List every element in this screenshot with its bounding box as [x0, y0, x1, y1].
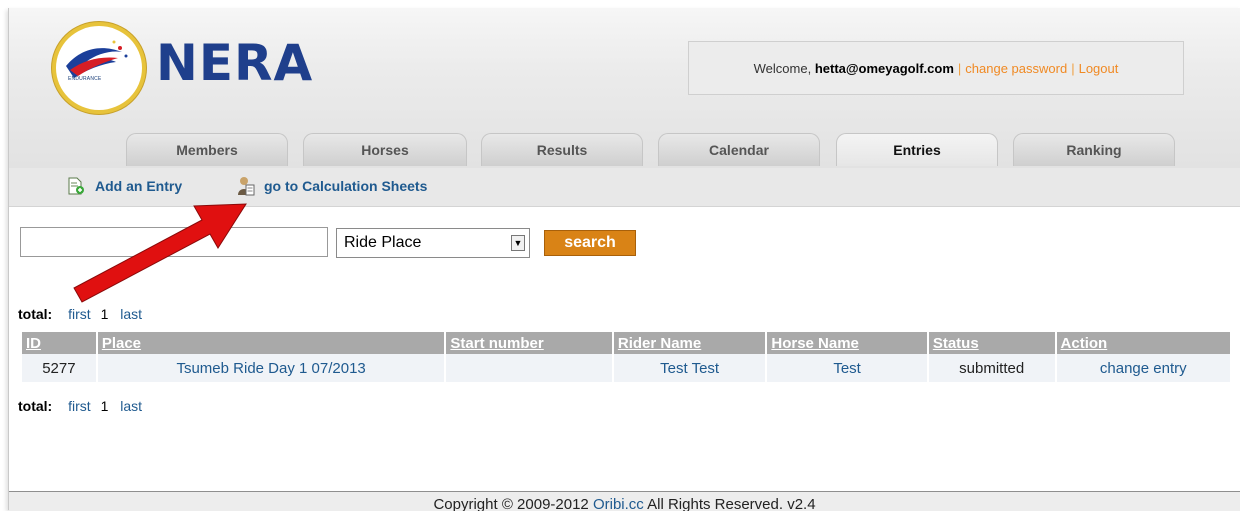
column-header-status[interactable]: Status [928, 332, 1055, 354]
table-row: 5277 Tsumeb Ride Day 1 07/2013 Test Test… [22, 354, 1230, 382]
pager-total-label: total: [18, 398, 53, 414]
tab-members[interactable]: Members [126, 133, 288, 166]
column-header-start-number[interactable]: Start number [446, 332, 612, 354]
select-value: Ride Place [344, 234, 422, 251]
welcome-box: Welcome, hetta@omeyagolf.com | change pa… [688, 41, 1184, 95]
logout-link[interactable]: Logout [1079, 61, 1119, 76]
column-header-horse-name[interactable]: Horse Name [767, 332, 927, 354]
logo-wordmark[interactable]: NERA [156, 34, 313, 92]
user-email: hetta@omeyagolf.com [814, 60, 954, 76]
column-header-rider-name[interactable]: Rider Name [613, 332, 766, 354]
tab-entries[interactable]: Entries [836, 133, 998, 166]
entries-table: ID Place Start number Rider Name Horse N… [20, 332, 1232, 382]
pager-first-link[interactable]: first [68, 398, 91, 414]
table-header-row: ID Place Start number Rider Name Horse N… [22, 332, 1230, 354]
tab-label: Calendar [709, 142, 769, 158]
calculation-sheets-link[interactable]: go to Calculation Sheets [264, 178, 427, 194]
pager-last-link[interactable]: last [120, 398, 142, 414]
tab-ranking[interactable]: Ranking [1013, 133, 1175, 166]
tab-label: Horses [361, 142, 409, 158]
column-header-place[interactable]: Place [97, 332, 445, 354]
tab-label: Entries [893, 142, 941, 158]
pager-first-link[interactable]: first [68, 306, 91, 322]
cell-status: submitted [928, 354, 1055, 382]
rights-text: All Rights Reserved. v2.4 [647, 496, 816, 511]
tab-calendar[interactable]: Calendar [658, 133, 820, 166]
chevron-down-icon[interactable]: ▼ [511, 235, 525, 251]
search-button[interactable]: search [544, 230, 636, 256]
pager-current-page: 1 [100, 306, 109, 322]
change-password-link[interactable]: change password [965, 61, 1067, 76]
oribi-link[interactable]: Oribi.cc [593, 496, 644, 511]
logo-wordmark-rest: RA [234, 34, 314, 92]
cell-horse-link[interactable]: Test [767, 354, 927, 382]
tab-label: Results [536, 142, 588, 158]
pager-last-link[interactable]: last [120, 306, 142, 322]
tab-results[interactable]: Results [481, 133, 643, 166]
logo-wordmark-first: NE [156, 34, 235, 92]
column-header-action: Action [1056, 332, 1230, 354]
cell-start-number [446, 354, 612, 382]
copyright-text: Copyright © 2009-2012 [433, 496, 589, 511]
column-header-id[interactable]: ID [22, 332, 96, 354]
change-entry-link[interactable]: change entry [1056, 354, 1230, 382]
pager-top: total: first 1 last [18, 306, 142, 322]
separator: | [957, 60, 962, 76]
search-field-select[interactable]: Ride Place ▼ [336, 228, 530, 258]
pager-current-page: 1 [100, 398, 109, 414]
logo-small-text: ENDURANCE [68, 76, 102, 82]
footer: Copyright © 2009-2012 Oribi.cc All Right… [9, 491, 1240, 511]
welcome-prefix: Welcome, [753, 60, 812, 76]
cell-place-link[interactable]: Tsumeb Ride Day 1 07/2013 [97, 354, 445, 382]
tab-label: Ranking [1066, 142, 1122, 158]
pager-bottom: total: first 1 last [18, 398, 142, 414]
separator: | [1071, 60, 1075, 76]
annotation-arrow-icon [73, 203, 247, 303]
tab-label: Members [176, 142, 238, 158]
pager-total-label: total: [18, 306, 53, 322]
cell-id: 5277 [22, 354, 96, 382]
logo-emblem[interactable]: ENDURANCE [52, 22, 146, 114]
tab-horses[interactable]: Horses [303, 133, 467, 166]
cell-rider-link[interactable]: Test Test [613, 354, 766, 382]
